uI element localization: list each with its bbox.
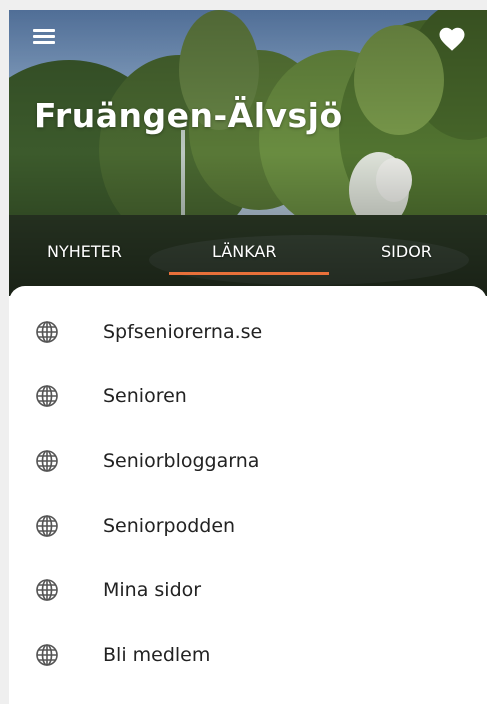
heart-icon	[439, 27, 465, 51]
list-item-seniorbloggarna[interactable]: Seniorbloggarna	[9, 433, 487, 489]
menu-button[interactable]	[33, 26, 61, 50]
tab-bar: NYHETER LÄNKAR SIDOR	[9, 236, 487, 286]
app-screen: Fruängen-Älvsjö NYHETER LÄNKAR SIDOR Spf…	[9, 10, 487, 704]
links-sheet: Spfseniorerna.se Senioren Seniorbloggarn…	[9, 286, 487, 704]
globe-icon	[36, 385, 58, 407]
tab-sidor[interactable]: SIDOR	[381, 242, 432, 261]
list-item-mina-sidor[interactable]: Mina sidor	[9, 562, 487, 618]
list-item-label: Senioren	[103, 385, 187, 407]
list-item-senioren[interactable]: Senioren	[9, 368, 487, 424]
tab-lankar[interactable]: LÄNKAR	[212, 242, 276, 261]
list-item-seniorpodden[interactable]: Seniorpodden	[9, 498, 487, 554]
header-banner: Fruängen-Älvsjö NYHETER LÄNKAR SIDOR	[9, 10, 487, 296]
globe-icon	[36, 515, 58, 537]
list-item-label: Spfseniorerna.se	[103, 321, 263, 343]
page-title: Fruängen-Älvsjö	[34, 96, 343, 135]
globe-icon	[36, 644, 58, 666]
list-item-bli-medlem[interactable]: Bli medlem	[9, 627, 487, 683]
globe-icon	[36, 579, 58, 601]
hamburger-menu-icon-line	[33, 41, 55, 44]
list-item-label: Mina sidor	[103, 579, 202, 601]
list-item-label: Seniorpodden	[103, 515, 236, 537]
favorite-button[interactable]	[437, 24, 467, 54]
list-item-spfseniorerna[interactable]: Spfseniorerna.se	[9, 304, 487, 360]
active-tab-indicator	[169, 272, 329, 275]
globe-icon	[36, 450, 58, 472]
globe-icon	[36, 321, 58, 343]
list-item-label: Bli medlem	[103, 644, 211, 666]
hamburger-menu-icon-line	[33, 35, 55, 38]
list-item-label: Seniorbloggarna	[103, 450, 260, 472]
tab-nyheter[interactable]: NYHETER	[47, 242, 122, 261]
hamburger-menu-icon	[33, 29, 55, 32]
